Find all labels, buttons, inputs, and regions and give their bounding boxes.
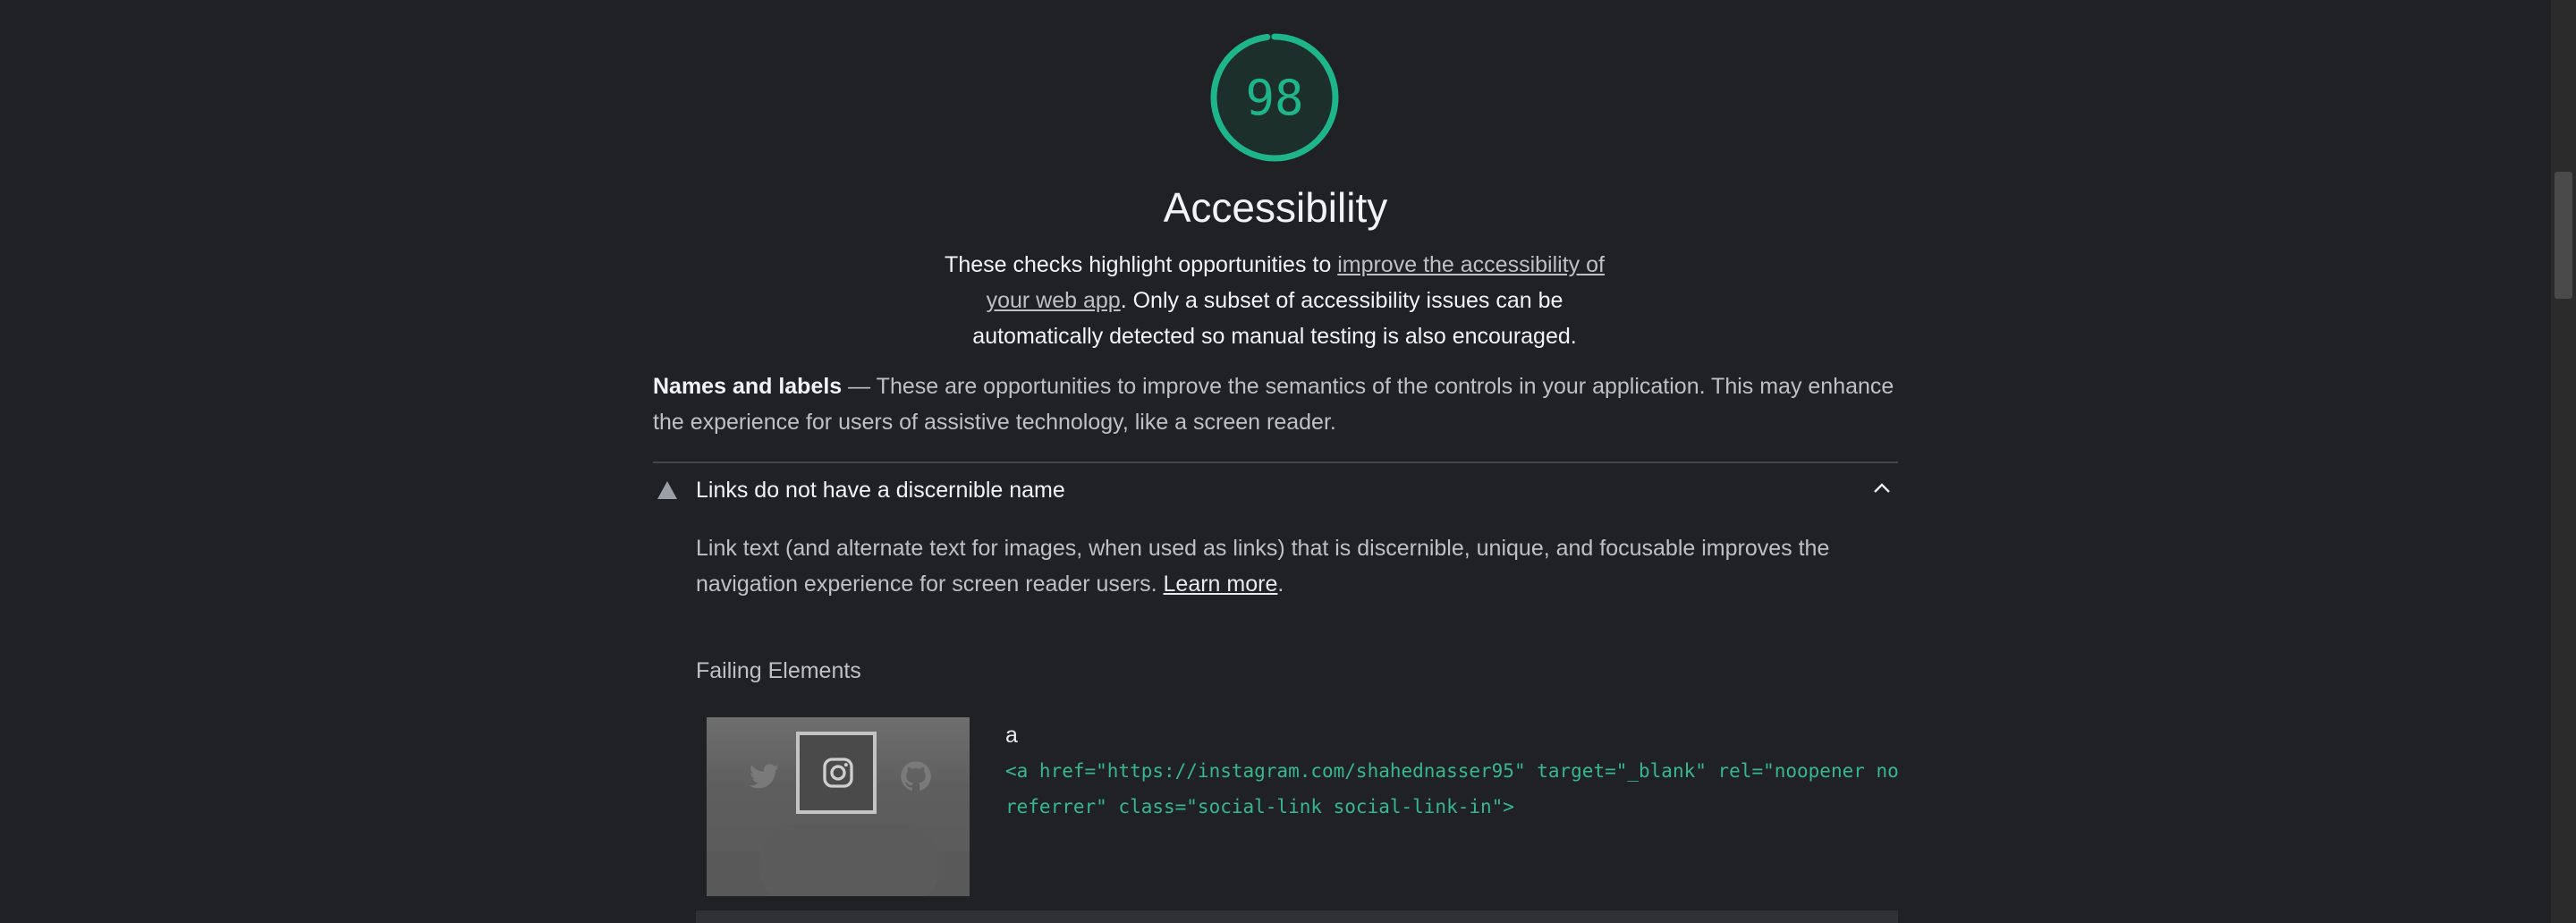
category-desc-text: These checks highlight opportunities to [945,252,1338,277]
group-title: Names and labels [653,374,843,399]
audit-description: Link text (and alternate text for images… [696,530,1850,602]
lighthouse-report: 98 Accessibility These checks highlight … [0,0,2551,923]
node-label: a [1005,723,1018,748]
score-gauge: 98 [1208,30,1342,165]
divider [653,462,1898,463]
category-title: Accessibility [1163,184,1388,231]
scrollbar-thumb[interactable] [2555,172,2572,299]
highlighted-element-box [796,732,877,814]
instagram-icon [823,758,853,788]
category-description: These checks highlight opportunities to … [921,247,1628,354]
group-header: Names and labels — These are opportuniti… [653,368,1896,440]
audit-title: Links do not have a discernible name [696,478,1065,503]
node-snippet: <a href="https://instagram.com/shahednas… [1005,760,1899,817]
thumb-blur [760,825,939,896]
audit-desc-end: . [1277,572,1284,597]
github-icon [901,761,931,791]
scrollbar[interactable] [2551,0,2576,923]
triangle-warning-icon [657,481,677,499]
failing-elements-label: Failing Elements [696,658,861,683]
element-screenshot [707,717,970,896]
chevron-up-icon[interactable] [1871,478,1893,499]
twitter-icon [749,764,779,789]
score-value: 98 [1245,69,1304,126]
audit-toggle[interactable]: Links do not have a discernible name [653,465,1898,515]
learn-more-link[interactable]: Learn more [1164,572,1278,597]
group-separator: — [842,374,877,399]
next-row-edge [696,910,1898,923]
